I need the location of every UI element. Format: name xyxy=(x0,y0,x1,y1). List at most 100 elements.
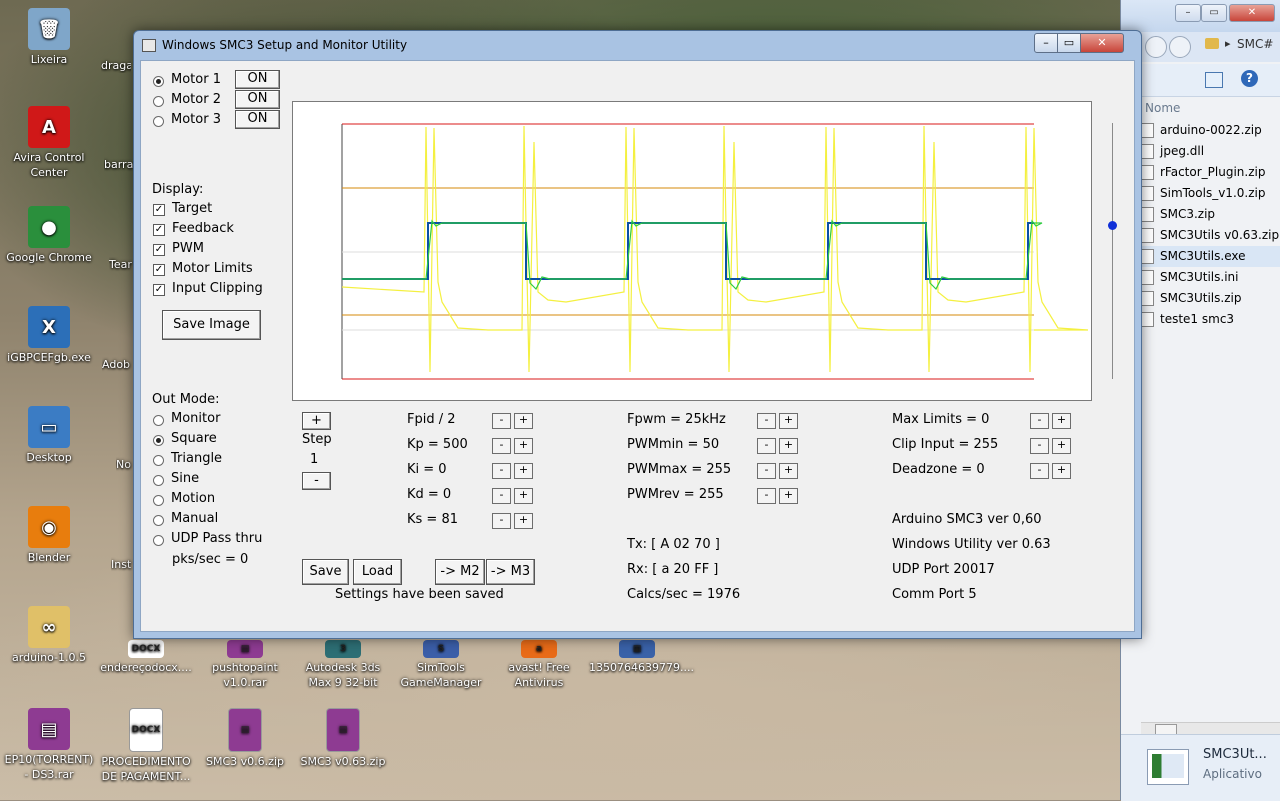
file-icon xyxy=(1141,249,1154,264)
desktop-icon[interactable]: 3 Autodesk 3ds Max 9 32-bit xyxy=(295,640,391,690)
out-mode-radio[interactable] xyxy=(153,475,164,486)
motor-on-button[interactable]: ON xyxy=(235,70,280,89)
param-decrease-button[interactable]: - xyxy=(492,463,511,479)
breadcrumb[interactable]: SMC# xyxy=(1237,37,1273,51)
display-checkbox[interactable]: ✓ xyxy=(153,244,165,256)
display-checkbox[interactable]: ✓ xyxy=(153,264,165,276)
desktop-icon[interactable]: ▦ 1350764639779.... xyxy=(589,640,694,675)
display-checkbox[interactable]: ✓ xyxy=(153,204,165,216)
param-increase-button[interactable]: + xyxy=(514,513,533,529)
file-item[interactable]: rFactor_Plugin.zip xyxy=(1141,162,1280,183)
desktop-icon[interactable]: ▤ SMC3 v0.63.zip xyxy=(295,708,391,769)
explorer-maximize-button[interactable]: ▭ xyxy=(1201,4,1227,22)
out-mode-radio[interactable] xyxy=(153,435,164,446)
minimize-button[interactable]: – xyxy=(1034,33,1058,53)
param-increase-button[interactable]: + xyxy=(779,413,798,429)
file-item[interactable]: SMC3.zip xyxy=(1141,204,1280,225)
file-item[interactable]: SMC3Utils.exe xyxy=(1141,246,1280,267)
param-label: Fpid / 2 xyxy=(407,412,456,427)
motor-on-button[interactable]: ON xyxy=(235,110,280,129)
step-increase-button[interactable]: + xyxy=(302,412,331,430)
desktop-icon[interactable]: ▭ Desktop xyxy=(1,406,97,465)
motor-on-button[interactable]: ON xyxy=(235,90,280,109)
param-decrease-button[interactable]: - xyxy=(492,438,511,454)
param-label: Ks = 81 xyxy=(407,512,458,527)
desktop-icon[interactable]: XiGBPCEFgb.exe xyxy=(1,306,97,365)
out-mode-radio[interactable] xyxy=(153,455,164,466)
desktop-icon[interactable]: ◉ Blender xyxy=(1,506,97,565)
close-button[interactable]: ✕ xyxy=(1080,33,1124,53)
param-decrease-button[interactable]: - xyxy=(492,413,511,429)
preview-pane-icon[interactable] xyxy=(1205,72,1223,88)
step-value: 1 xyxy=(310,452,319,467)
desktop-icon[interactable]: ● Google Chrome xyxy=(1,206,97,265)
load-button[interactable]: Load xyxy=(353,559,402,585)
explorer-minimize-button[interactable]: – xyxy=(1175,4,1201,22)
step-decrease-button[interactable]: - xyxy=(302,472,331,490)
param-increase-button[interactable]: + xyxy=(1052,438,1071,454)
zip-smc3v06-icon: ▤ xyxy=(228,708,262,752)
file-item[interactable]: SMC3Utils.zip xyxy=(1141,288,1280,309)
out-mode-radio[interactable] xyxy=(153,415,164,426)
motor-radio[interactable] xyxy=(153,96,164,107)
save-image-button[interactable]: Save Image xyxy=(162,310,261,340)
desktop-icon[interactable]: a avast! Free Antivirus xyxy=(491,640,587,690)
desktop-icon[interactable]: ▤ pushtopaint v1.0.rar xyxy=(197,640,293,690)
desktop-icon[interactable]: A Avira Control Center xyxy=(1,106,97,180)
param-increase-button[interactable]: + xyxy=(779,488,798,504)
display-checkbox[interactable]: ✓ xyxy=(153,284,165,296)
desktop-icon[interactable]: ▤ SMC3 v0.6.zip xyxy=(197,708,293,769)
motor-radio[interactable] xyxy=(153,76,164,87)
window-titlebar[interactable]: Windows SMC3 Setup and Monitor Utility –… xyxy=(134,31,1141,59)
column-header-name[interactable]: Nome xyxy=(1141,98,1280,120)
file-item[interactable]: arduino-0022.zip xyxy=(1141,120,1280,141)
file-item[interactable]: SimTools_v1.0.zip xyxy=(1141,183,1280,204)
param-decrease-button[interactable]: - xyxy=(1030,438,1049,454)
param-decrease-button[interactable]: - xyxy=(492,513,511,529)
file-item[interactable]: jpeg.dll xyxy=(1141,141,1280,162)
param-decrease-button[interactable]: - xyxy=(492,488,511,504)
desktop-icon[interactable]: 🗑 Lixeira xyxy=(1,8,97,67)
param-increase-button[interactable]: + xyxy=(514,413,533,429)
param-increase-button[interactable]: + xyxy=(779,438,798,454)
maximize-button[interactable]: ▭ xyxy=(1057,33,1081,53)
out-mode-radio[interactable] xyxy=(153,495,164,506)
param-decrease-button[interactable]: - xyxy=(1030,413,1049,429)
param-increase-button[interactable]: + xyxy=(514,438,533,454)
help-icon[interactable]: ? xyxy=(1241,70,1258,87)
display-option-label: Feedback xyxy=(172,221,234,236)
display-checkbox[interactable]: ✓ xyxy=(153,224,165,236)
param-increase-button[interactable]: + xyxy=(1052,463,1071,479)
forward-icon[interactable] xyxy=(1169,36,1191,58)
desktop-icon[interactable]: ∞ arduino-1.0.5 xyxy=(1,606,97,665)
desktop-icon[interactable]: ▤ EP10(TORRENT) - DS3.rar xyxy=(1,708,97,782)
desktop-icon[interactable]: S SimTools GameManager xyxy=(393,640,489,690)
param-decrease-button[interactable]: - xyxy=(1030,463,1049,479)
plot-slider-track[interactable] xyxy=(1112,123,1113,379)
param-increase-button[interactable]: + xyxy=(514,488,533,504)
param-decrease-button[interactable]: - xyxy=(757,413,776,429)
file-item[interactable]: teste1 smc3 xyxy=(1141,309,1280,330)
monitor-plot xyxy=(292,101,1092,401)
param-decrease-button[interactable]: - xyxy=(757,438,776,454)
out-mode-radio[interactable] xyxy=(153,515,164,526)
save-button[interactable]: Save xyxy=(302,559,349,585)
copy-to-m2-button[interactable]: -> M2 xyxy=(435,559,485,585)
copy-to-m3-button[interactable]: -> M3 xyxy=(486,559,535,585)
file-item[interactable]: SMC3Utils v0.63.zip xyxy=(1141,225,1280,246)
param-increase-button[interactable]: + xyxy=(779,463,798,479)
param-decrease-button[interactable]: - xyxy=(757,463,776,479)
motor-radio[interactable] xyxy=(153,116,164,127)
file-item[interactable]: SMC3Utils.ini xyxy=(1141,267,1280,288)
desktop-icon-label: Blender xyxy=(27,551,71,564)
out-mode-radio[interactable] xyxy=(153,535,164,546)
desktop-icon[interactable]: DOCX PROCEDIMENTO DE PAGAMENT... xyxy=(98,708,194,784)
param-increase-button[interactable]: + xyxy=(514,463,533,479)
desktop-icon[interactable]: DOCX endereçodocx.... xyxy=(98,640,194,675)
plot-slider-thumb[interactable] xyxy=(1108,221,1117,231)
back-icon[interactable] xyxy=(1145,36,1167,58)
explorer-close-button[interactable]: ✕ xyxy=(1229,4,1275,22)
param-increase-button[interactable]: + xyxy=(1052,413,1071,429)
param-label: Deadzone = 0 xyxy=(892,462,985,477)
param-decrease-button[interactable]: - xyxy=(757,488,776,504)
